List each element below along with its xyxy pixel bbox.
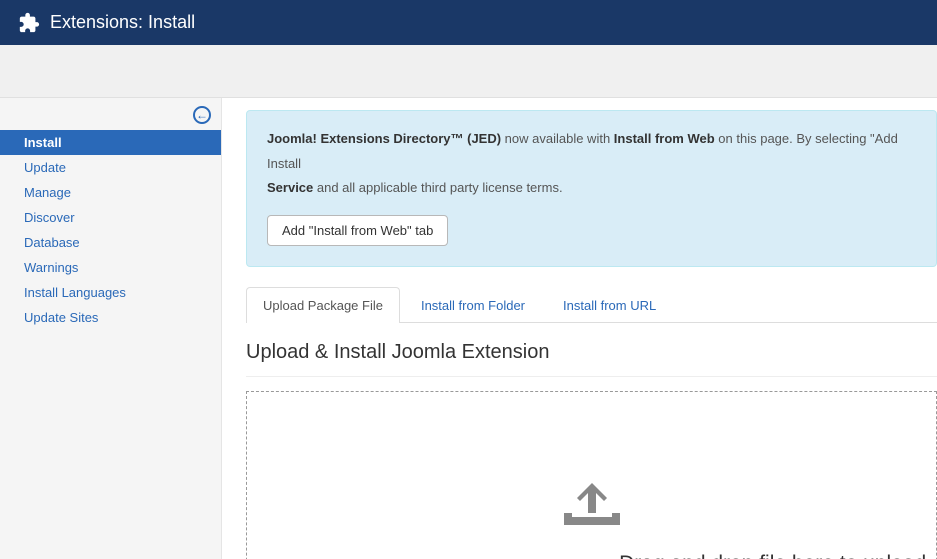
- page-header: Extensions: Install: [0, 0, 937, 45]
- sidebar-item-install-languages[interactable]: Install Languages: [0, 280, 221, 305]
- dropzone-text: Drag and drop file here to upload.: [619, 552, 936, 559]
- sidebar-item-install[interactable]: Install: [0, 130, 221, 155]
- sidebar-item-warnings[interactable]: Warnings: [0, 255, 221, 280]
- tab-install-from-url[interactable]: Install from URL: [546, 287, 673, 323]
- add-install-from-web-button[interactable]: Add "Install from Web" tab: [267, 215, 448, 246]
- sidebar-item-discover[interactable]: Discover: [0, 205, 221, 230]
- sidebar-item-update[interactable]: Update: [0, 155, 221, 180]
- section-heading: Upload & Install Joomla Extension: [246, 341, 937, 364]
- sidebar-item-manage[interactable]: Manage: [0, 180, 221, 205]
- alert-text-1: now available with: [501, 131, 614, 146]
- alert-strong-jed: Joomla! Extensions Directory™ (JED): [267, 131, 501, 146]
- upload-icon: [564, 483, 620, 528]
- divider: [246, 376, 937, 377]
- sidebar: ← Install Update Manage Discover Databas…: [0, 98, 222, 559]
- sidebar-item-update-sites[interactable]: Update Sites: [0, 305, 221, 330]
- arrow-left-circle-icon: ←: [193, 106, 211, 124]
- alert-strong-service: Service: [267, 180, 313, 195]
- tabs: Upload Package File Install from Folder …: [246, 287, 937, 323]
- page-title: Extensions: Install: [50, 12, 195, 33]
- sidebar-item-database[interactable]: Database: [0, 230, 221, 255]
- tab-install-from-folder[interactable]: Install from Folder: [404, 287, 542, 323]
- info-alert: Joomla! Extensions Directory™ (JED) now …: [246, 110, 937, 267]
- alert-text: Joomla! Extensions Directory™ (JED) now …: [267, 127, 916, 201]
- alert-strong-ifw: Install from Web: [614, 131, 715, 146]
- tab-upload-package-file[interactable]: Upload Package File: [246, 287, 400, 323]
- main-content: Joomla! Extensions Directory™ (JED) now …: [222, 98, 937, 559]
- sidebar-collapse[interactable]: ←: [0, 104, 221, 130]
- upload-dropzone[interactable]: Drag and drop file here to upload.: [246, 391, 937, 559]
- puzzle-icon: [18, 12, 40, 34]
- toolbar: [0, 45, 937, 98]
- alert-text-3: and all applicable third party license t…: [313, 180, 562, 195]
